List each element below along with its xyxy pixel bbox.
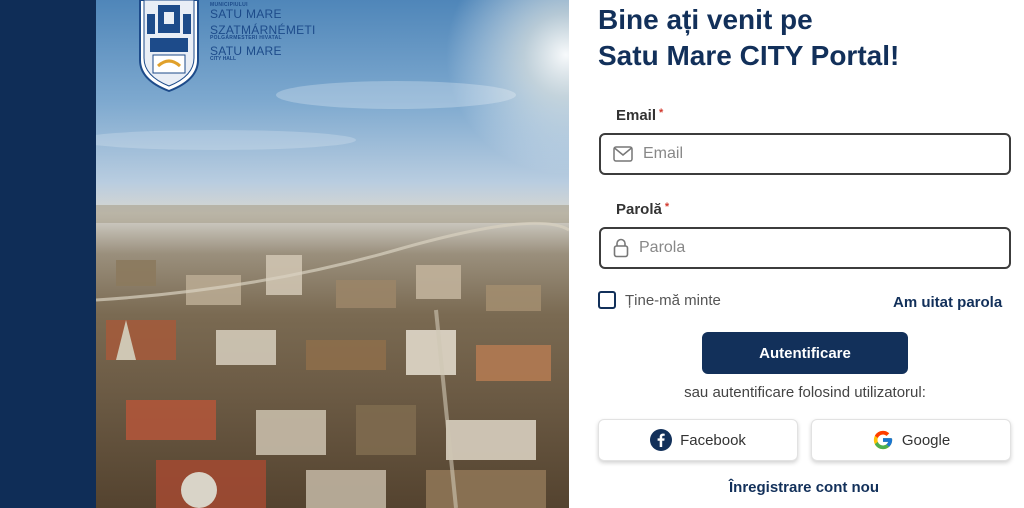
- email-required-mark: *: [659, 107, 664, 119]
- alt-login-text: sau autentificare folosind utilizatorul:: [684, 384, 926, 401]
- title-line-2: Satu Mare CITY Portal!: [598, 40, 900, 71]
- facebook-login-button[interactable]: Facebook: [598, 419, 798, 461]
- google-icon: [873, 430, 892, 450]
- google-label: Google: [901, 431, 951, 449]
- login-button[interactable]: Autentificare: [702, 332, 908, 374]
- email-label: Email *: [616, 107, 663, 124]
- password-label-text: Parolă: [616, 201, 662, 218]
- google-login-button[interactable]: Google: [811, 419, 1011, 461]
- left-sidebar-strip: [0, 0, 96, 508]
- page-title: Bine ați venit pe Satu Mare CITY Portal!: [598, 2, 899, 74]
- title-line-1: Bine ați venit pe: [598, 4, 813, 35]
- remember-me-checkbox[interactable]: [598, 291, 616, 309]
- facebook-icon: [650, 429, 673, 451]
- forgot-password-link[interactable]: Am uitat parola: [893, 294, 1002, 311]
- password-field[interactable]: [599, 227, 1011, 269]
- coat-of-arms-icon: [139, 0, 199, 93]
- password-input[interactable]: [639, 239, 979, 257]
- remember-me[interactable]: Ține-mă minte: [598, 291, 721, 309]
- facebook-label: Facebook: [680, 431, 746, 449]
- email-input[interactable]: [643, 145, 983, 163]
- remember-me-label: Ține-mă minte: [625, 291, 721, 309]
- lock-icon: [613, 238, 629, 258]
- email-field[interactable]: [599, 133, 1011, 175]
- wordmark-satu-mare: SATU MARE: [210, 7, 282, 21]
- register-link[interactable]: Înregistrare cont nou: [569, 479, 1024, 496]
- city-hall-wordmark: MUNICIPIULUI SATU MARE SZATMÁRNÉMETI POL…: [210, 0, 316, 62]
- password-label: Parolă *: [616, 201, 669, 218]
- envelope-icon: [613, 146, 633, 162]
- email-label-text: Email: [616, 107, 657, 124]
- password-required-mark: *: [664, 201, 670, 213]
